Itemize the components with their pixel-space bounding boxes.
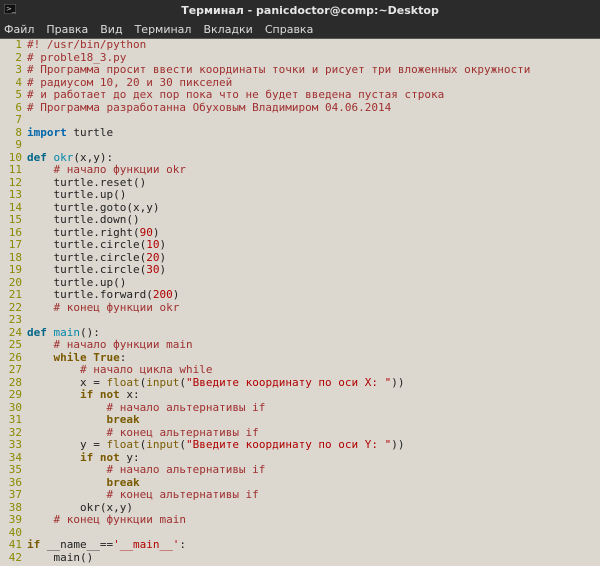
code-content: # конец функции okr <box>27 302 600 315</box>
line-number: 19 <box>0 264 27 277</box>
code-editor[interactable]: 1#! /usr/bin/python2# proble18_3.py3# Пр… <box>0 39 600 566</box>
code-line[interactable]: 39 # конец функции main <box>0 514 600 527</box>
code-content: # Программа разработанна Обуховым Владим… <box>27 102 600 115</box>
window-title: Терминал - panicdoctor@comp:~Desktop <box>20 4 600 17</box>
line-number: 6 <box>0 102 27 115</box>
line-number: 27 <box>0 364 27 377</box>
line-number: 11 <box>0 164 27 177</box>
line-number: 25 <box>0 339 27 352</box>
menu-bar: Файл Правка Вид Терминал Вкладки Справка <box>0 20 600 39</box>
menu-tabs[interactable]: Вкладки <box>203 23 252 36</box>
line-number: 15 <box>0 214 27 227</box>
code-content: main() <box>27 552 600 565</box>
code-line[interactable]: 22 # конец функции okr <box>0 302 600 315</box>
menu-file[interactable]: Файл <box>4 23 34 36</box>
line-number: 4 <box>0 77 27 90</box>
line-number: 5 <box>0 89 27 102</box>
menu-help[interactable]: Справка <box>265 23 313 36</box>
line-number: 17 <box>0 239 27 252</box>
line-number: 23 <box>0 314 27 327</box>
title-bar: >_ Терминал - panicdoctor@comp:~Desktop <box>0 0 600 20</box>
line-number: 1 <box>0 39 27 52</box>
line-number: 31 <box>0 414 27 427</box>
code-line[interactable]: 6# Программа разработанна Обуховым Влади… <box>0 102 600 115</box>
line-number: 42 <box>0 552 27 565</box>
code-line[interactable]: 8import turtle <box>0 127 600 140</box>
line-number: 33 <box>0 439 27 452</box>
menu-view[interactable]: Вид <box>100 23 122 36</box>
line-number: 35 <box>0 464 27 477</box>
line-number: 8 <box>0 127 27 140</box>
svg-text:>_: >_ <box>6 5 16 13</box>
line-number: 9 <box>0 139 27 152</box>
terminal-icon: >_ <box>0 4 20 17</box>
line-number: 7 <box>0 114 27 127</box>
line-number: 29 <box>0 389 27 402</box>
code-content: if __name__=='__main__': <box>27 539 600 552</box>
code-content: # конец функции main <box>27 514 600 527</box>
line-number: 3 <box>0 64 27 77</box>
menu-terminal[interactable]: Терминал <box>135 23 192 36</box>
line-number: 39 <box>0 514 27 527</box>
line-number: 41 <box>0 539 27 552</box>
line-number: 13 <box>0 189 27 202</box>
code-content <box>27 314 600 327</box>
line-number: 2 <box>0 52 27 65</box>
line-number: 21 <box>0 289 27 302</box>
line-number: 37 <box>0 489 27 502</box>
code-line[interactable]: 42 main() <box>0 552 600 565</box>
menu-edit[interactable]: Правка <box>46 23 88 36</box>
code-content: import turtle <box>27 127 600 140</box>
